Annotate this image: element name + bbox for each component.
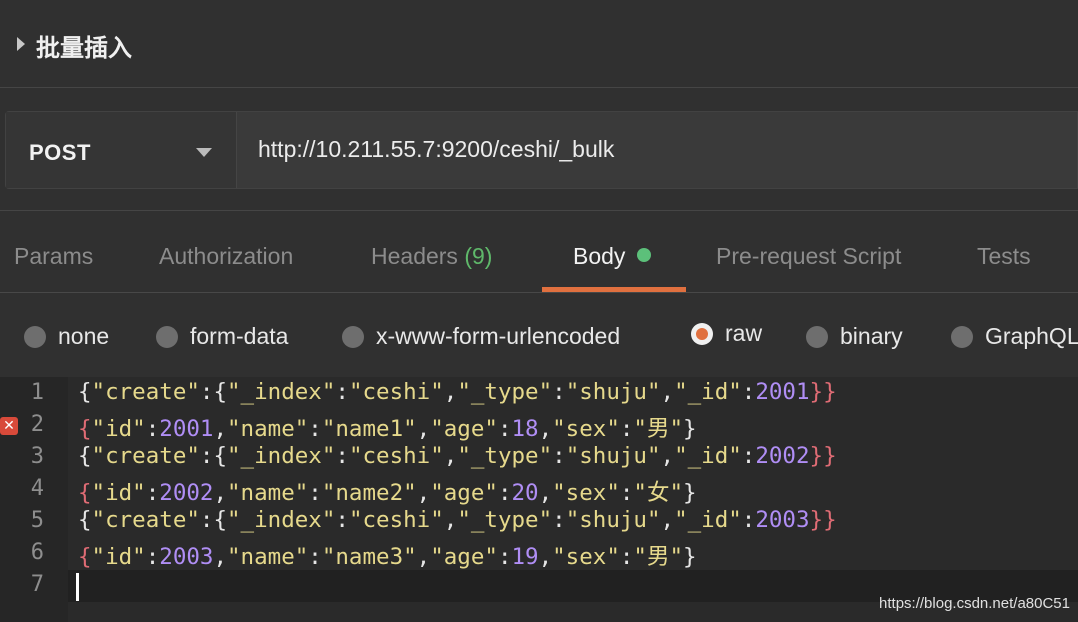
expand-caret-icon[interactable] (17, 37, 25, 51)
radio-label: none (58, 323, 110, 349)
tab-headers[interactable]: Headers (9) (371, 243, 492, 270)
active-tab-underline (542, 287, 686, 292)
request-bar: POST http://10.211.55.7:9200/ceshi/_bulk (5, 111, 1078, 189)
code-line: {"id":2001,"name":"name1","age":18,"sex"… (78, 416, 697, 442)
line-number: 1 (30, 380, 44, 405)
watermark: https://blog.csdn.net/a80C51 (879, 595, 1070, 612)
line-number: 5 (30, 508, 44, 533)
tab-authorization[interactable]: Authorization (159, 243, 293, 270)
method-select[interactable]: POST (6, 112, 237, 188)
tab-body-label: Body (573, 243, 626, 269)
code-line: {"create":{"_index":"ceshi","_type":"shu… (78, 507, 837, 533)
radio-circle-icon (24, 326, 46, 348)
radio-selected-icon (691, 323, 713, 345)
tab-headers-label: Headers (371, 243, 458, 269)
collection-request-header: 批量插入 (0, 0, 1078, 88)
body-indicator-dot-icon (637, 248, 652, 262)
tab-params[interactable]: Params (14, 243, 93, 270)
code-line: {"create":{"_index":"ceshi","_type":"shu… (78, 379, 837, 405)
tab-pre-request-script[interactable]: Pre-request Script (716, 243, 901, 270)
line-number: 6 (30, 540, 44, 565)
line-number: 3 (30, 444, 44, 469)
radio-circle-icon (806, 326, 828, 348)
line-number: 4 (30, 476, 44, 501)
radio-circle-icon (156, 326, 178, 348)
headers-count-badge: (9) (464, 243, 493, 269)
radio-label: x-www-form-urlencoded (376, 323, 621, 349)
tab-body[interactable]: Body (573, 243, 652, 270)
tab-tests[interactable]: Tests (977, 243, 1031, 270)
radio-label: binary (840, 323, 903, 349)
code-line: {"id":2003,"name":"name3","age":19,"sex"… (78, 544, 697, 570)
radio-label: GraphQL (985, 323, 1078, 349)
code-line: {"create":{"_index":"ceshi","_type":"shu… (78, 443, 837, 469)
method-label: POST (29, 140, 91, 165)
chevron-down-icon[interactable] (196, 148, 212, 157)
request-name[interactable]: 批量插入 (36, 28, 132, 63)
radio-circle-icon (951, 326, 973, 348)
request-tabs: Params Authorization Headers (9) Body Pr… (0, 211, 1078, 293)
radio-circle-icon (342, 326, 364, 348)
url-input[interactable]: http://10.211.55.7:9200/ceshi/_bulk (258, 136, 614, 163)
body-editor[interactable]: 1 ✕ 2 3 4 5 6 7 {"create":{"_index":"ces… (0, 377, 1078, 622)
code-line: {"id":2002,"name":"name2","age":20,"sex"… (78, 480, 697, 506)
line-number: 2 (30, 412, 44, 437)
line-number: 7 (30, 572, 44, 597)
text-cursor (76, 573, 79, 601)
radio-label: raw (725, 320, 763, 346)
body-type-options: none form-data x-www-form-urlencoded raw… (0, 294, 1078, 376)
radio-label: form-data (190, 323, 289, 349)
